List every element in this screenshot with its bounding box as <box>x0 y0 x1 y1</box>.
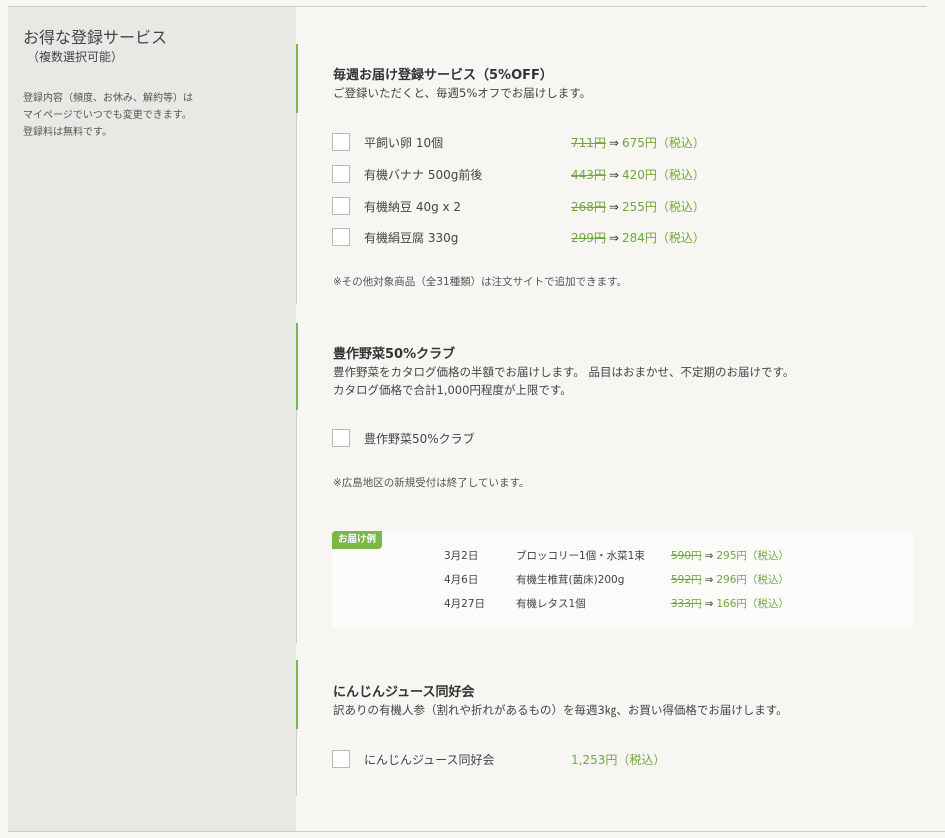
sidebar-note-line: 登録内容（頻度、お休み、解約等）は <box>23 93 193 104</box>
arrow-icon: ⇒ <box>704 550 714 562</box>
section-description-line: ご登録いただくと、毎週5%オフでお届けします。 <box>333 86 592 100</box>
old-price: 333円 <box>671 598 702 610</box>
section-divider-line <box>296 410 297 643</box>
section-description-line: カタログ価格で合計1,000円程度が上限です。 <box>333 383 572 397</box>
item-label: 有機納豆 40g x 2 <box>364 200 462 214</box>
section-divider-line <box>296 729 297 796</box>
example-date: 3月2日 <box>444 550 479 562</box>
section-note: ※その他対象商品（全31種類）は注文サイトで追加できます。 <box>333 276 628 288</box>
delivery-example-box: お届け例 3月2日 ブロッコリー1個・水菜1束 590円 ⇒ 295円（税込） 4月… <box>332 531 913 628</box>
sidebar-note-line: 登録料は無料です。 <box>23 127 112 138</box>
example-badge: お届け例 <box>332 531 383 549</box>
example-price: 333円 ⇒ 166円（税込） <box>671 596 789 611</box>
new-price: 420円（税込） <box>621 168 705 182</box>
section-title-carrot-juice: にんじんジュース同好会 <box>333 685 475 700</box>
item-label: 豊作野菜50%クラブ <box>364 432 475 446</box>
section-description-line: 豊作野菜をカタログ価格の半額でお届けします。 品目はおまかせ、不定期のお届けです… <box>333 365 795 379</box>
checkbox-harvest-club[interactable] <box>332 429 350 447</box>
sidebar-subtitle: （複数選択可能） <box>27 50 124 64</box>
section-description-line: 訳ありの有機人参（割れや折れがあるもの）を毎週3㎏、お買い得価格でお届けします。 <box>333 703 788 717</box>
section-description: ご登録いただくと、毎週5%オフでお届けします。 <box>333 84 923 102</box>
item-price: 711円 ⇒ 675円（税込） <box>571 134 705 151</box>
item-label: にんじんジュース同好会 <box>364 753 495 767</box>
example-date: 4月27日 <box>444 598 486 610</box>
new-price: 284円（税込） <box>621 231 705 245</box>
section-description: 訳ありの有機人参（割れや折れがあるもの）を毎週3㎏、お買い得価格でお届けします。 <box>333 701 923 719</box>
old-price: 268円 <box>571 200 606 214</box>
item-label: 有機絹豆腐 330g <box>364 231 459 245</box>
section-title-harvest-club: 豊作野菜50%クラブ <box>333 347 456 362</box>
list-item: 平飼い卵 10個 711円 ⇒ 675円（税込） <box>332 133 892 152</box>
arrow-icon: ⇒ <box>608 200 619 214</box>
section-title-weekly: 毎週お届け登録サービス（5%OFF） <box>333 68 553 83</box>
example-price: 590円 ⇒ 295円（税込） <box>671 548 789 563</box>
new-price: 675円（税込） <box>621 136 705 150</box>
arrow-icon: ⇒ <box>704 574 714 586</box>
list-item: 有機バナナ 500g前後 443円 ⇒ 420円（税込） <box>332 165 892 184</box>
old-price: 443円 <box>571 168 606 182</box>
section-accent-bar <box>296 660 298 729</box>
section-accent-bar <box>296 44 298 113</box>
item-label: 有機バナナ 500g前後 <box>364 168 483 182</box>
old-price: 592円 <box>671 574 702 586</box>
example-name: 有機レタス1個 <box>516 598 586 610</box>
example-name: ブロッコリー1個・水菜1束 <box>516 550 645 562</box>
section-note: ※広島地区の新規受付は終了しています。 <box>333 477 530 489</box>
new-price: 255円（税込） <box>621 200 705 214</box>
old-price: 299円 <box>571 231 606 245</box>
old-price: 711円 <box>571 136 606 150</box>
sidebar-note-line: マイページでいつでも変更できます。 <box>23 110 192 121</box>
new-price: 296円（税込） <box>716 574 789 586</box>
old-price: 590円 <box>671 550 702 562</box>
checkbox-banana[interactable] <box>332 165 350 183</box>
item-price: 299円 ⇒ 284円（税込） <box>571 229 705 246</box>
section-divider-line <box>296 113 297 304</box>
arrow-icon: ⇒ <box>704 598 714 610</box>
list-item: 豊作野菜50%クラブ <box>332 429 892 448</box>
arrow-icon: ⇒ <box>608 231 619 245</box>
main-content: 毎週お届け登録サービス（5%OFF） ご登録いただくと、毎週5%オフでお届けしま… <box>296 7 936 831</box>
list-item: 有機納豆 40g x 2 268円 ⇒ 255円（税込） <box>332 197 892 216</box>
new-price: 295円（税込） <box>716 550 789 562</box>
section-accent-bar <box>296 323 298 410</box>
arrow-icon: ⇒ <box>608 136 619 150</box>
example-name: 有機生椎茸(菌床)200g <box>516 574 625 586</box>
checkbox-eggs[interactable] <box>332 133 350 151</box>
item-price: 443円 ⇒ 420円（税込） <box>571 166 705 183</box>
item-price: 1,253円（税込） <box>571 753 666 767</box>
checkbox-natto[interactable] <box>332 197 350 215</box>
arrow-icon: ⇒ <box>608 168 619 182</box>
checkbox-carrot-juice[interactable] <box>332 750 350 768</box>
checkbox-tofu[interactable] <box>332 228 350 246</box>
example-price: 592円 ⇒ 296円（税込） <box>671 572 789 587</box>
new-price: 166円（税込） <box>716 598 789 610</box>
item-label: 平飼い卵 10個 <box>364 136 444 150</box>
sidebar: お得な登録サービス （複数選択可能） 登録内容（頻度、お休み、解約等）は マイペ… <box>8 7 296 831</box>
section-description: 豊作野菜をカタログ価格の半額でお届けします。 品目はおまかせ、不定期のお届けです… <box>333 363 923 399</box>
example-date: 4月6日 <box>444 574 479 586</box>
bottom-divider <box>8 831 945 832</box>
list-item: にんじんジュース同好会 1,253円（税込） <box>332 750 892 769</box>
list-item: 有機絹豆腐 330g 299円 ⇒ 284円（税込） <box>332 228 892 247</box>
sidebar-note: 登録内容（頻度、お休み、解約等）は マイページでいつでも変更できます。 登録料は… <box>23 90 243 141</box>
item-price: 268円 ⇒ 255円（税込） <box>571 198 705 215</box>
sidebar-title: お得な登録サービス <box>23 28 168 47</box>
